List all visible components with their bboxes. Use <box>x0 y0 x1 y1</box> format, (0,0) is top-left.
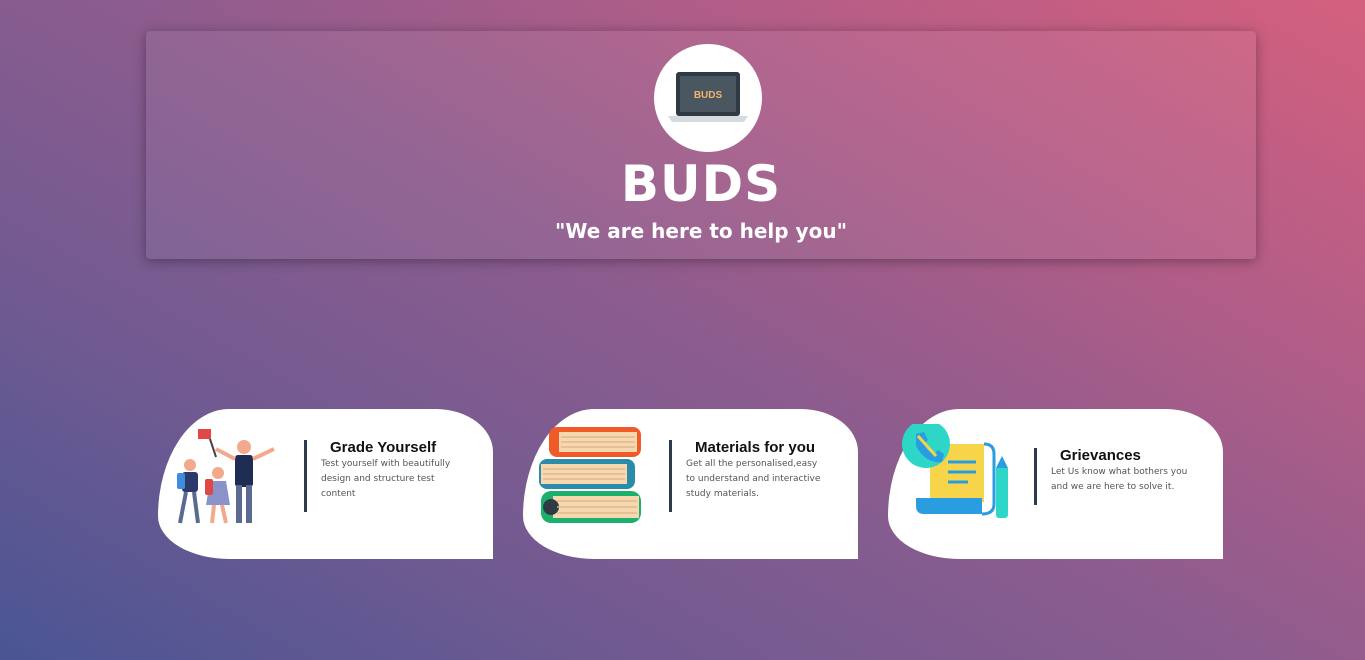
logo: BUDS <box>654 44 762 152</box>
card-divider <box>1034 448 1037 505</box>
card-description: Test yourself with beautifully design an… <box>321 459 451 499</box>
card-divider <box>304 440 307 512</box>
card-materials[interactable]: Materials for you Get all the personalis… <box>523 409 858 559</box>
page-title: BUDS <box>620 155 782 213</box>
card-grievances[interactable]: Grievances Let Us know what bothers you … <box>888 409 1223 559</box>
card-description: Get all the personalised,easy to underst… <box>686 459 821 499</box>
card-heading: Materials for you <box>695 439 816 456</box>
card-divider <box>669 440 672 512</box>
laptop-icon: BUDS <box>668 72 748 122</box>
phone-scroll-pencil-icon <box>902 424 1008 518</box>
card-heading: Grievances <box>1060 447 1141 464</box>
card-description: Let Us know what bothers you and we are … <box>1051 467 1188 492</box>
logo-text: BUDS <box>694 90 723 101</box>
tagline: "We are here to help you" <box>554 219 847 243</box>
card-heading: Grade Yourself <box>330 439 437 456</box>
hero-banner: BUDS BUDS "We are here to help you" <box>146 31 1256 259</box>
book-stack-icon <box>539 427 641 523</box>
students-with-flag-icon <box>177 429 275 524</box>
card-grade-yourself[interactable]: Grade Yourself Test yourself with beauti… <box>158 409 493 559</box>
